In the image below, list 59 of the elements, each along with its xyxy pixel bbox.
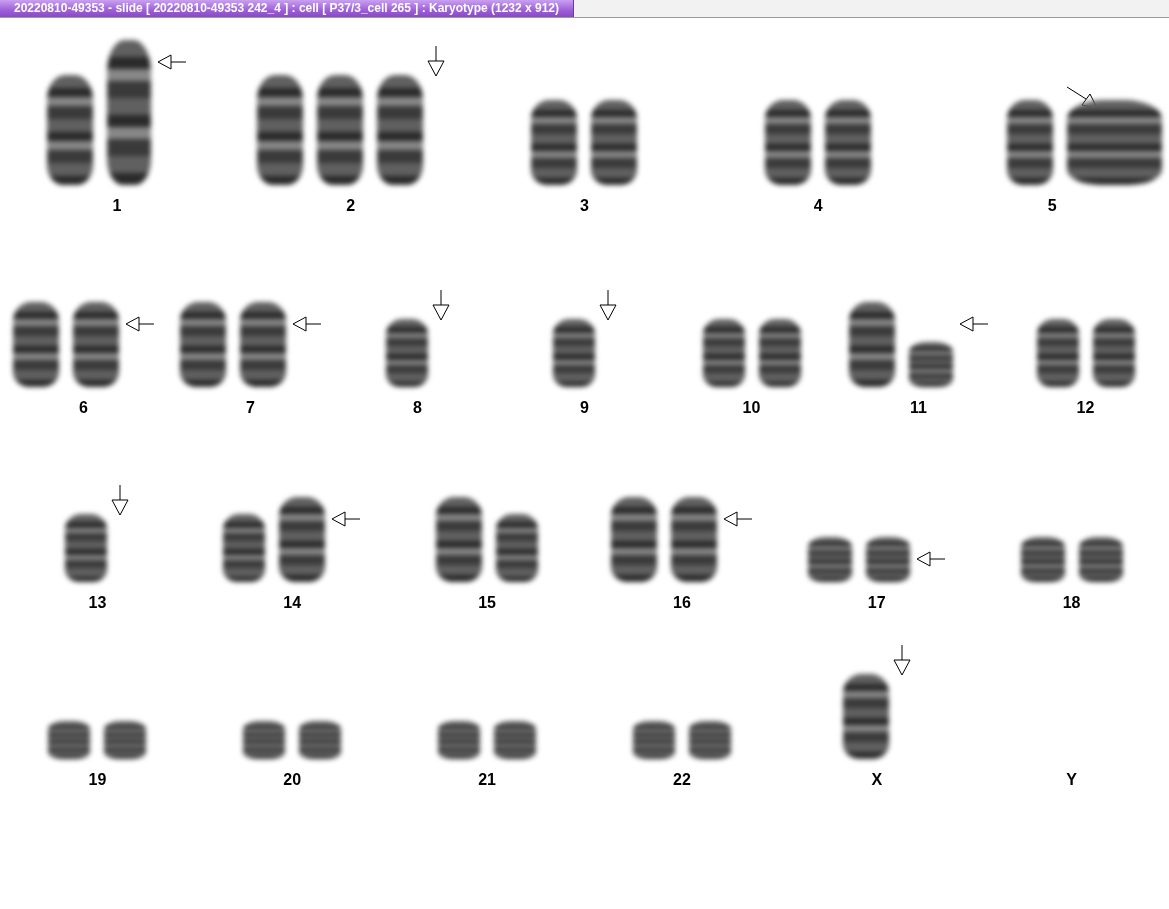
chromosome-label: 16 [673,594,691,612]
chromosome-image [688,721,731,759]
chromosome-image [65,514,108,582]
chromosome-image [104,721,147,759]
chromosome-label: 14 [283,594,302,612]
chromosome-label: 11 [910,399,927,417]
chromosome-label: 9 [580,399,589,417]
arrow-icon [598,289,617,321]
arrow-icon [431,289,450,321]
arrow-icon [124,316,155,332]
chromosome-label: 1 [112,197,122,215]
chromosome-label: 6 [79,399,88,417]
arrow-icon [331,511,362,527]
chromosome-image [1036,319,1079,387]
chromosome-label: 2 [346,197,356,215]
chromosome-image [1078,537,1123,582]
chromosome-image [632,721,675,759]
chromosome-image [702,319,745,387]
chromosome-image [243,721,286,759]
arrow-icon [722,511,753,527]
chromosome-image [758,319,801,387]
chromosome-image [438,721,481,759]
chromosome-label: 18 [1062,594,1081,612]
chromosome-image [552,319,595,387]
chromosome-label: 3 [580,197,589,215]
chromosome-image [48,721,91,759]
arrow-icon [111,484,130,516]
arrow-icon [426,45,445,77]
chromosome-label: 8 [413,399,422,417]
chromosome-image [494,721,537,759]
chromosome-label: 12 [1076,399,1095,417]
chromosome-image [1020,537,1065,582]
chromosome-label: 20 [283,771,302,789]
chromosome-label: 13 [88,594,107,612]
chromosome-image [865,537,910,582]
chromosome-image [496,514,539,582]
arrow-icon [892,644,911,676]
chromosome-image [807,537,852,582]
arrow-icon [156,54,187,70]
chromosome-label: 21 [478,771,496,789]
chromosome-label: 10 [742,399,761,417]
chromosome-image [908,342,953,387]
window-title: 20220810-49353 - slide [ 20220810-49353 242_4 ] : cell [ P37/3_cell 265 ] : Karyotype (1232 x 912) [0,0,575,17]
arrow-icon [915,551,946,567]
chromosome-label: Y [1066,771,1077,789]
chromosome-label: 4 [813,197,823,215]
chromosome-image [299,721,342,759]
chromosome-label: 5 [1047,197,1057,215]
chromosome-label: 22 [673,771,691,789]
chromosome-label: 19 [88,771,107,789]
chromosome-label: 7 [246,399,255,417]
arrow-icon [291,316,322,332]
chromosome-label: X [871,771,883,789]
arrow-icon [958,316,989,332]
chromosome-label: 15 [478,594,496,612]
chromosome-label: 17 [867,594,886,612]
chromosome-image [385,319,428,387]
chromosome-image [223,514,266,582]
chromosome-image [1092,319,1135,387]
